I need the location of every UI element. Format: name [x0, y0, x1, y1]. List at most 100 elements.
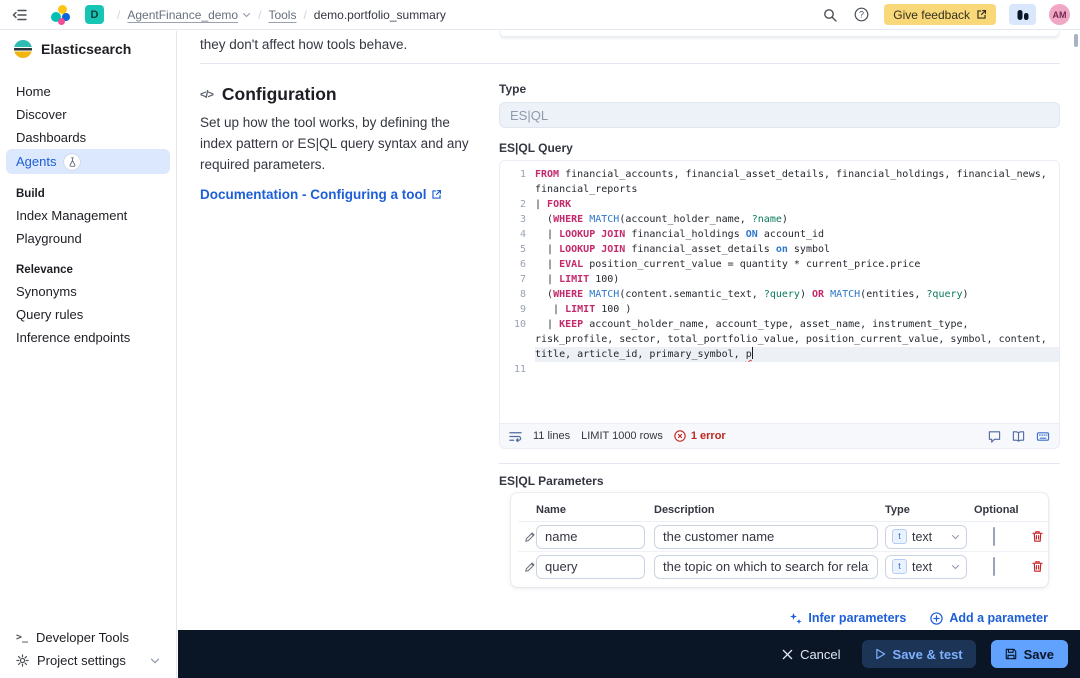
play-icon	[875, 648, 886, 660]
breadcrumb-item[interactable]: Tools	[268, 8, 296, 22]
code-line[interactable]: 1FROM financial_accounts, financial_asse…	[500, 167, 1059, 182]
param-name-input[interactable]	[536, 525, 645, 549]
sidebar-item-project-settings[interactable]: Project settings	[6, 649, 170, 672]
code-line[interactable]: 6 | EVAL position_current_value = quanti…	[500, 257, 1059, 272]
sidebar-nav: Home Discover DashboardsAgents BuildIndex M…	[0, 80, 176, 349]
breadcrumb-item[interactable]: demo.portfolio_summary	[314, 8, 446, 22]
configuration-form-column: Type ES|QL ES|QL Query 1FROM financial_a…	[499, 74, 1060, 625]
code-line-content: title, article_id, primary_symbol, p	[535, 347, 1059, 362]
sidebar-item-synonyms[interactable]: Synonyms	[6, 280, 170, 303]
delete-parameter-button[interactable]	[1031, 560, 1047, 573]
param-name-input[interactable]	[536, 555, 645, 579]
code-line[interactable]: risk_profile, sector, total_portfolio_va…	[500, 332, 1059, 347]
type-field[interactable]: ES|QL	[499, 102, 1060, 128]
parameter-row: ttext	[518, 522, 1048, 552]
param-optional-checkbox[interactable]	[993, 527, 995, 546]
esql-parameters-label: ES|QL Parameters	[499, 474, 1060, 488]
sidebar-item-agents[interactable]: Agents	[6, 149, 170, 174]
parameters-panel: NameDescriptionTypeOptional ttextttext	[511, 493, 1048, 587]
pencil-icon	[524, 531, 536, 543]
collapse-sidebar-button[interactable]	[10, 6, 29, 24]
breadcrumb: /AgentFinance_demo/Tools/demo.portfolio_…	[110, 8, 446, 22]
code-line[interactable]: 5 | LOOKUP JOIN financial_asset_details …	[500, 242, 1059, 257]
configuration-description-column: </> Configuration Set up how the tool wo…	[200, 74, 480, 625]
code-line[interactable]: 4 | LOOKUP JOIN financial_holdings ON ac…	[500, 227, 1059, 242]
sidebar-item-label: Synonyms	[16, 284, 77, 299]
code-line-content: | LIMIT 100 )	[535, 302, 1059, 317]
esql-editor-container: 1FROM financial_accounts, financial_asse…	[499, 160, 1060, 449]
line-number: 8	[500, 287, 535, 302]
sidebar-item-query-rules[interactable]: Query rules	[6, 303, 170, 326]
infer-parameters-button[interactable]: Infer parameters	[789, 611, 906, 625]
sidebar-item-label: Project settings	[37, 653, 142, 668]
code-line[interactable]: title, article_id, primary_symbol, p	[500, 347, 1059, 362]
code-icon: </>	[200, 89, 213, 101]
chevron-down-icon	[951, 564, 960, 570]
word-wrap-icon[interactable]	[509, 430, 522, 443]
breadcrumb-item[interactable]: AgentFinance_demo	[127, 8, 251, 22]
chevron-down-icon	[150, 657, 160, 664]
code-line-content: | LOOKUP JOIN financial_asset_details on…	[535, 242, 1059, 257]
svg-text:?: ?	[859, 10, 864, 20]
keyboard-shortcuts-icon[interactable]	[1036, 430, 1050, 443]
sidebar-item-home[interactable]: Home	[6, 80, 170, 103]
sidebar-item-developer-tools[interactable]: >_ Developer Tools	[6, 626, 170, 649]
code-line[interactable]: 11	[500, 362, 1059, 377]
help-icon: ?	[854, 7, 869, 22]
tech-preview-badge	[64, 154, 80, 170]
give-feedback-button[interactable]: Give feedback	[884, 4, 996, 25]
param-type-select[interactable]: ttext	[885, 555, 967, 579]
ai-assistant-icon	[1016, 9, 1030, 21]
editor-footer: 11 lines LIMIT 1000 rows 1 error	[500, 423, 1059, 448]
error-icon	[674, 430, 686, 442]
sidebar-item-playground[interactable]: Playground	[6, 227, 170, 250]
save-button[interactable]: Save	[991, 640, 1068, 668]
elastic-logo	[51, 5, 71, 25]
param-optional-checkbox[interactable]	[993, 557, 995, 576]
sidebar-item-label: Discover	[16, 107, 67, 122]
menu-left-icon	[12, 8, 27, 22]
ai-assistant-button[interactable]	[1009, 4, 1036, 25]
sidebar-section-build: Build	[6, 184, 170, 204]
code-line[interactable]: 3 (WHERE MATCH(account_holder_name, ?nam…	[500, 212, 1059, 227]
help-button[interactable]: ?	[852, 5, 871, 24]
sidebar-item-index-management[interactable]: Index Management	[6, 204, 170, 227]
add-parameter-label: Add a parameter	[949, 611, 1048, 625]
sidebar-title: Elasticsearch	[41, 41, 131, 57]
code-line[interactable]: 7 | LIMIT 100)	[500, 272, 1059, 287]
code-line[interactable]: 10 | KEEP account_holder_name, account_t…	[500, 317, 1059, 332]
chevron-down-icon	[951, 534, 960, 540]
documentation-link[interactable]: Documentation - Configuring a tool	[200, 187, 442, 202]
project-badge[interactable]: D	[85, 5, 104, 24]
cancel-button[interactable]: Cancel	[776, 646, 846, 663]
save-and-test-button[interactable]: Save & test	[862, 640, 976, 668]
add-parameter-button[interactable]: Add a parameter	[930, 611, 1048, 625]
param-type-select[interactable]: ttext	[885, 525, 967, 549]
delete-parameter-button[interactable]	[1031, 530, 1047, 543]
column-header-name: Name	[536, 504, 654, 516]
sidebar-section-relevance: Relevance	[6, 260, 170, 280]
documentation-icon[interactable]	[1012, 430, 1025, 443]
breadcrumb-separator: /	[303, 8, 306, 22]
gear-icon	[16, 654, 29, 667]
sparkles-icon	[789, 612, 802, 625]
code-line[interactable]: 2| FORK	[500, 197, 1059, 212]
code-line[interactable]: 8 (WHERE MATCH(content.semantic_text, ?q…	[500, 287, 1059, 302]
sidebar-item-inference-endpoints[interactable]: Inference endpoints	[6, 326, 170, 349]
sidebar-item-discover[interactable]: Discover	[6, 103, 170, 126]
param-description-input[interactable]	[654, 555, 878, 579]
feedback-comment-icon[interactable]	[988, 430, 1001, 443]
code-line[interactable]: financial_reports	[500, 182, 1059, 197]
param-description-input[interactable]	[654, 525, 878, 549]
code-line[interactable]: 9 | LIMIT 100 )	[500, 302, 1059, 317]
error-indicator[interactable]: 1 error	[674, 430, 726, 442]
user-avatar[interactable]: AM	[1049, 4, 1070, 25]
sidebar-item-label: Query rules	[16, 307, 83, 322]
sidebar-item-dashboards[interactable]: Dashboards	[6, 126, 170, 149]
scrollbar-thumb[interactable]	[1074, 34, 1078, 47]
bottom-action-bar: Cancel Save & test Save	[178, 630, 1080, 678]
esql-code-editor[interactable]: 1FROM financial_accounts, financial_asse…	[500, 161, 1059, 423]
section-title: Configuration	[222, 84, 337, 105]
line-number: 6	[500, 257, 535, 272]
search-button[interactable]	[821, 6, 839, 24]
